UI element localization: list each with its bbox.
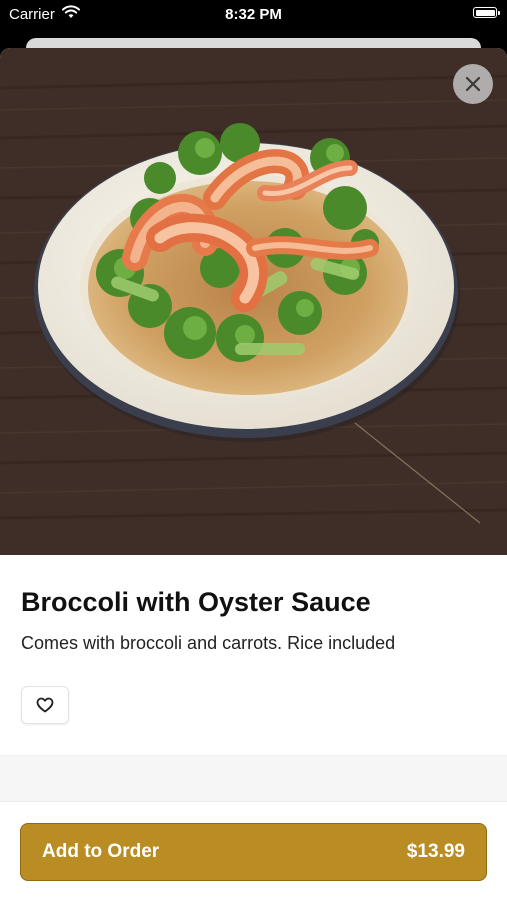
order-footer: Add to Order $13.99 — [0, 801, 507, 900]
status-bar: Carrier 8:32 PM — [0, 0, 507, 30]
close-button[interactable] — [453, 64, 493, 104]
item-description: Comes with broccoli and carrots. Rice in… — [21, 633, 396, 653]
favorite-button[interactable] — [21, 686, 69, 724]
item-detail-sheet: Broccoli with Oyster Sauce Comes with br… — [0, 48, 507, 900]
item-price: $13.99 — [406, 841, 465, 862]
add-to-order-button[interactable]: Add to Order $13.99 — [20, 823, 487, 881]
close-icon — [465, 76, 481, 92]
add-to-order-label: Add to Order — [42, 841, 160, 862]
clock: 8:32 PM — [225, 6, 282, 23]
section-divider — [0, 755, 507, 802]
heart-icon — [36, 697, 54, 713]
item-photo — [0, 48, 507, 555]
battery-icon — [473, 7, 500, 18]
item-title: Broccoli with Oyster Sauce — [21, 587, 371, 617]
item-info: Broccoli with Oyster Sauce Comes with br… — [0, 555, 507, 755]
